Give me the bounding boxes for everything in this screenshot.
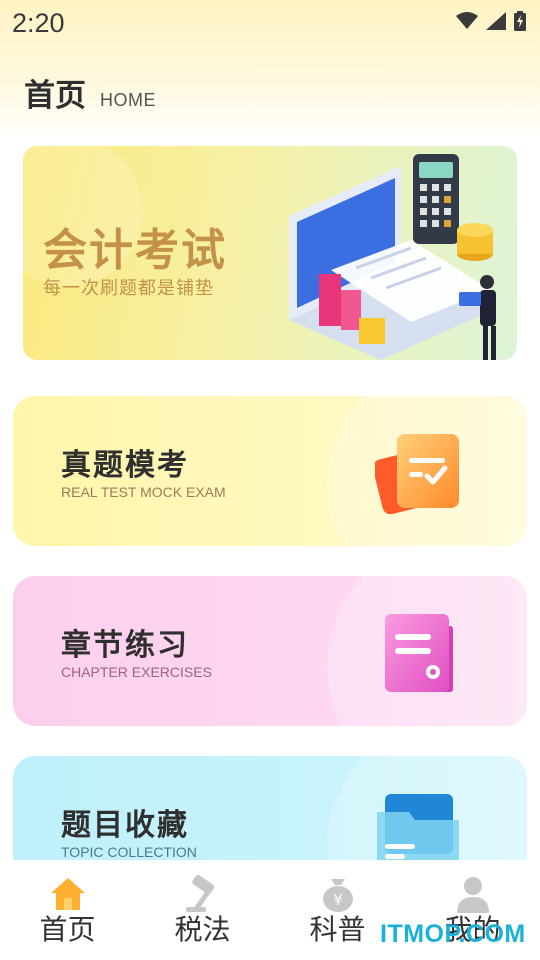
banner-title: 会计考试 [43,225,227,276]
chapter-exercises-card[interactable]: 章节练习 CHAPTER EXERCISES [13,576,527,726]
mock-exam-card[interactable]: 真题模考 REAL TEST MOCK EXAM [13,396,527,546]
battery-charging-icon [514,11,526,35]
card-subtitle: REAL TEST MOCK EXAM [61,484,226,500]
card-subtitle: CHAPTER EXERCISES [61,664,212,680]
card-title: 章节练习 [61,628,189,663]
status-icons [456,11,526,35]
banner[interactable]: 会计考试 每一次刷题都是铺垫 [23,146,517,360]
page-title: 首页 [24,78,86,114]
svg-text:¥: ¥ [333,891,343,909]
signal-icon [486,12,506,34]
nav-label: 科普 [309,913,366,946]
chapter-book-icon [385,614,453,692]
banner-subtitle: 每一次刷题都是铺垫 [43,278,214,299]
nav-item-tax-law[interactable]: 税法 [135,860,270,960]
accounting-illustration [289,154,496,360]
nav-label: 税法 [174,913,231,946]
status-bar: 2:20 [0,0,540,46]
page-header: 首页 HOME [24,70,156,115]
page-subtitle: HOME [100,90,156,110]
exam-paper-icon [375,434,459,514]
wifi-icon [456,12,478,34]
nav-label: 首页 [39,913,96,946]
card-title: 真题模考 [61,448,189,483]
nav-item-home[interactable]: 首页 [0,860,135,960]
card-subtitle: TOPIC COLLECTION [61,844,197,860]
card-title: 题目收藏 [61,808,189,843]
watermark: ITMOP.COM [380,920,526,948]
status-time: 2:20 [12,7,65,38]
